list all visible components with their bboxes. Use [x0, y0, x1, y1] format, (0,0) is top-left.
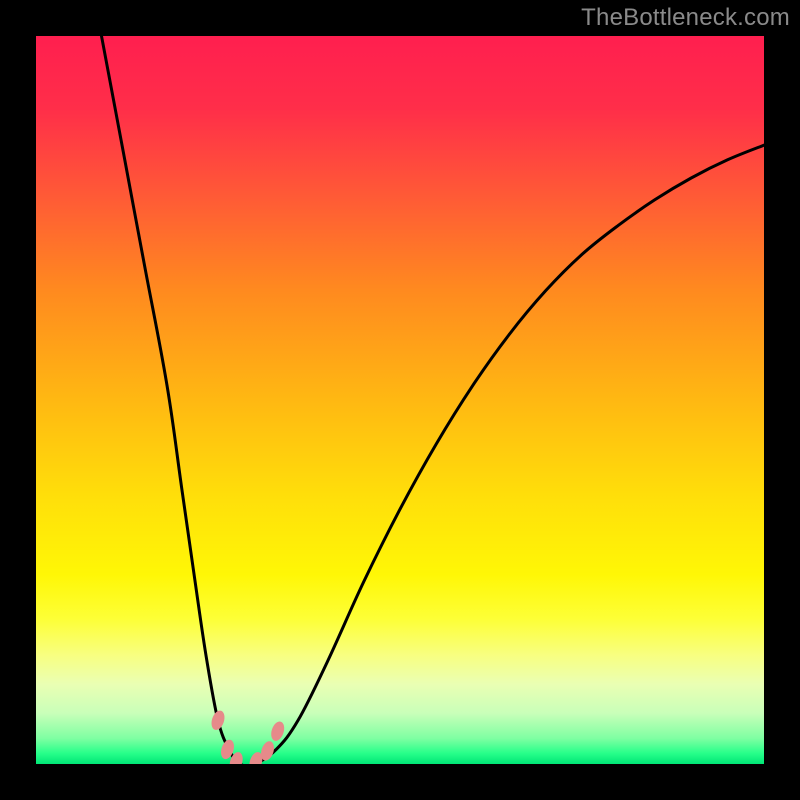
- plot-area: [36, 36, 764, 764]
- watermark-text: TheBottleneck.com: [581, 4, 790, 32]
- background-gradient: [36, 36, 764, 764]
- chart-frame: TheBottleneck.com: [0, 0, 800, 800]
